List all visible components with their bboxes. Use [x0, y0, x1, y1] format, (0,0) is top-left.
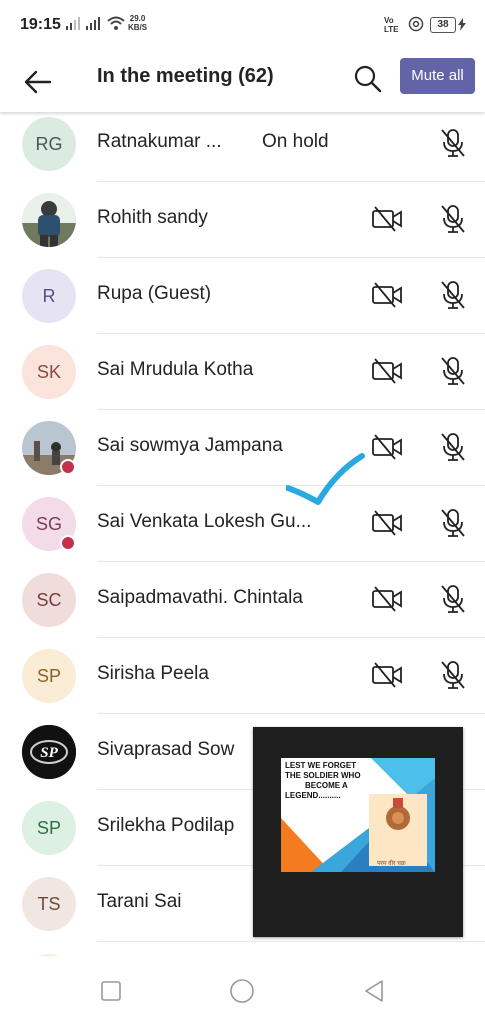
- profile-photo: [22, 193, 76, 247]
- back-icon[interactable]: [362, 979, 386, 1003]
- system-nav-bar: [0, 956, 485, 1024]
- avatar: SP: [22, 725, 76, 779]
- profile-photo: SP: [22, 725, 76, 779]
- status-bar: 19:15 29.0 KB/S Vo LTE 38: [0, 0, 485, 50]
- signal-icon: [86, 17, 100, 30]
- charging-icon: [458, 18, 466, 31]
- participant-name: Tarani Sai: [97, 891, 182, 912]
- camera-off-icon[interactable]: [371, 661, 403, 689]
- participant-name: Rupa (Guest): [97, 283, 212, 304]
- list-item[interactable]: SK Sai Mrudula Kotha: [0, 334, 485, 410]
- app-header: In the meeting (62) Mute all: [0, 50, 485, 112]
- search-icon[interactable]: [352, 63, 384, 95]
- mic-off-icon[interactable]: [438, 127, 468, 159]
- presence-busy-indicator: [60, 459, 76, 475]
- camera-off-icon[interactable]: [371, 281, 403, 309]
- camera-off-icon[interactable]: [371, 205, 403, 233]
- mic-off-icon[interactable]: [438, 431, 468, 463]
- shared-content-preview[interactable]: LEST WE FORGET THE SOLDIER WHO BECOME A …: [253, 727, 463, 937]
- slide-caption: परम वीर चक्र: [377, 861, 406, 867]
- battery-indicator: 38: [430, 17, 456, 33]
- list-item[interactable]: SG Sai Venkata Lokesh Gu...: [0, 486, 485, 562]
- avatar: [22, 193, 76, 247]
- annotation-checkmark: [286, 453, 365, 505]
- mic-off-icon[interactable]: [438, 659, 468, 691]
- participant-name: Srilekha Podilap: [97, 815, 235, 836]
- camera-off-icon[interactable]: [371, 357, 403, 385]
- avatar: R: [22, 269, 76, 323]
- list-item[interactable]: SP Sirisha Peela: [0, 638, 485, 714]
- participant-name: Ratnakumar ...: [97, 131, 222, 152]
- list-item[interactable]: Rohith sandy: [0, 182, 485, 258]
- mic-off-icon[interactable]: [438, 507, 468, 539]
- wifi-icon: [107, 16, 125, 30]
- list-item[interactable]: [0, 942, 485, 956]
- svg-text:SP: SP: [40, 745, 58, 761]
- recents-icon[interactable]: [100, 980, 122, 1002]
- back-arrow-icon[interactable]: [22, 66, 54, 98]
- home-icon[interactable]: [229, 978, 255, 1004]
- mute-all-button[interactable]: Mute all: [400, 58, 475, 94]
- network-speed: 29.0 KB/S: [128, 14, 148, 32]
- avatar: SP: [22, 801, 76, 855]
- mic-off-icon[interactable]: [438, 279, 468, 311]
- participant-name: Sai Mrudula Kotha: [97, 359, 254, 380]
- avatar: SC: [22, 573, 76, 627]
- page-title: In the meeting (62): [97, 65, 274, 87]
- participant-name: Sivaprasad Sow: [97, 739, 235, 760]
- alarm-icon: [408, 16, 424, 32]
- list-item[interactable]: Sai sowmya Jampana: [0, 410, 485, 486]
- mic-off-icon[interactable]: [438, 583, 468, 615]
- status-label: On hold: [262, 131, 329, 152]
- list-item[interactable]: SC Saipadmavathi. Chintala: [0, 562, 485, 638]
- participant-name: Sai Venkata Lokesh Gu...: [97, 511, 312, 532]
- avatar: SP: [22, 649, 76, 703]
- mic-off-icon[interactable]: [438, 355, 468, 387]
- participant-name: Rohith sandy: [97, 207, 208, 228]
- list-item[interactable]: RG Ratnakumar ... On hold: [0, 106, 485, 182]
- participant-name: Sai sowmya Jampana: [97, 435, 283, 456]
- presentation-slide: LEST WE FORGET THE SOLDIER WHO BECOME A …: [281, 758, 435, 872]
- mic-off-icon[interactable]: [438, 203, 468, 235]
- avatar: RG: [22, 117, 76, 171]
- presence-busy-indicator: [60, 535, 76, 551]
- participant-name: Sirisha Peela: [97, 663, 209, 684]
- volte-indicator: Vo LTE: [384, 16, 399, 34]
- signal-icon: [66, 17, 80, 30]
- camera-off-icon[interactable]: [371, 585, 403, 613]
- list-item[interactable]: R Rupa (Guest): [0, 258, 485, 334]
- camera-off-icon[interactable]: [371, 509, 403, 537]
- camera-off-icon[interactable]: [371, 433, 403, 461]
- clock: 19:15: [20, 16, 61, 33]
- slide-heading: LEST WE FORGET THE SOLDIER WHO BECOME A …: [285, 761, 361, 800]
- avatar: TS: [22, 877, 76, 931]
- participant-name: Saipadmavathi. Chintala: [97, 587, 303, 608]
- avatar: SK: [22, 345, 76, 399]
